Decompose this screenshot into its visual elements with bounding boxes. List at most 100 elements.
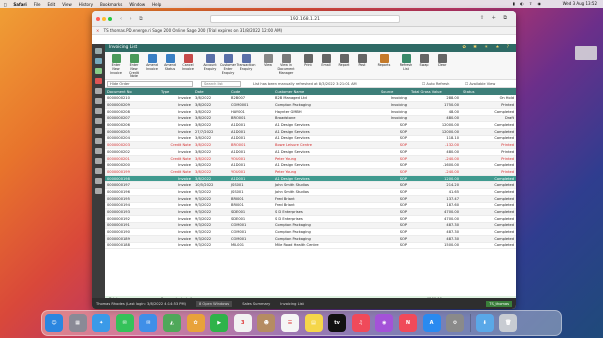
status-tab-invoicing-list[interactable]: Invoicing List [280, 302, 304, 306]
column-header-code[interactable]: Code [229, 88, 273, 95]
table-row[interactable]: 0000000209 Invoice 3/8/2022 COM0001 Compton … [105, 101, 516, 109]
table-row[interactable]: 0000000191 Invoice 9/3/2022 COM001 Compton P… [105, 222, 516, 230]
dock-system-preferences-icon[interactable]: ⚙ [446, 314, 465, 332]
dock-reminders-icon[interactable]: ☰ [280, 314, 299, 332]
sidebar-customers-icon[interactable] [95, 88, 102, 94]
menu-clock[interactable]: Wed 3 Aug 13:52 [563, 1, 597, 6]
table-row[interactable]: 0000000206 Invoice 3/8/2022 A1D001 A1 Design… [105, 121, 516, 129]
table-row[interactable]: 0000000207 Invoice 3/8/2022 BRO001 Broadston… [105, 115, 516, 123]
table-row[interactable]: 0000000203 Credit Note 3/8/2022 BRO001 Bowe … [105, 141, 516, 149]
toolbar-button-swap[interactable]: Swap [416, 54, 432, 68]
toolbar-button-amend-status[interactable]: Amend Status [162, 54, 178, 72]
sidebar-stock-icon[interactable] [95, 108, 102, 114]
search-input[interactable]: Search list [201, 80, 241, 87]
column-header-date[interactable]: Date [193, 88, 229, 95]
table-row[interactable]: 0000000210 Invoice 3/8/2022 B2B007 B2B Manag… [105, 95, 516, 103]
view-select[interactable]: Hide Order [107, 80, 193, 87]
dock-downloads-icon[interactable]: ⬇ [475, 314, 494, 332]
column-header-document-no[interactable]: Document No [105, 88, 159, 95]
table-row[interactable]: 0000000202 Invoice 3/8/2022 A1D001 A1 Design… [105, 148, 516, 156]
minimize-window-button[interactable] [102, 16, 106, 21]
nav-arrows-icon[interactable]: ‹ › ⧉ [120, 16, 146, 22]
dock-tv-icon[interactable]: tv [328, 314, 347, 332]
table-row[interactable]: 0000000190 Invoice 9/3/2022 COM001 Compton P… [105, 228, 516, 236]
sidebar-orders-icon[interactable] [95, 168, 102, 174]
menu-view[interactable]: View [62, 2, 72, 7]
menu-safari[interactable]: Safari [13, 2, 26, 7]
sidebar-menu-icon[interactable] [95, 48, 102, 54]
dock-finder-icon[interactable]: ☺ [45, 314, 63, 332]
toolbar-button-email[interactable]: Email [318, 54, 334, 68]
available-view-checkbox[interactable]: ☐ Available View [465, 82, 495, 86]
toolbar-button-reports[interactable]: Reports [376, 54, 392, 68]
dock-mail-icon[interactable]: ✉ [139, 314, 158, 332]
menu-file[interactable]: File [34, 2, 41, 7]
remote-user-badge[interactable]: TS_thomas [486, 300, 512, 307]
sidebar-bank-icon[interactable] [95, 128, 102, 134]
browser-actions-icon[interactable]: ⇧ + ⧉ [480, 15, 510, 21]
sidebar-settings-icon[interactable] [95, 178, 102, 184]
toolbar-button-print[interactable]: Print [300, 54, 316, 68]
toolbar-button-amend-invoice[interactable]: Amend Invoice [144, 54, 160, 72]
table-row[interactable]: 0000000188 Invoice 9/3/2022 MIL001 Mile Road… [105, 242, 516, 250]
menu-history[interactable]: History [79, 2, 93, 7]
dock-news-icon[interactable]: N [398, 314, 417, 332]
dock-messages-icon[interactable]: ✉ [115, 314, 134, 332]
toolbar-button-view-in-document-manager[interactable]: View in Document Manager [277, 54, 295, 75]
table-row[interactable]: 0000000196 Invoice 9/3/2022 JSS001 John Smit… [105, 188, 516, 196]
dock-photos-icon[interactable]: ✿ [186, 314, 205, 332]
table-row[interactable]: 0000000199 Credit Note 3/8/2022 YOU001 Peter… [105, 168, 516, 176]
sidebar-suppliers-icon[interactable] [95, 98, 102, 104]
menu-bookmarks[interactable]: Bookmarks [100, 2, 122, 7]
auto-refresh-checkbox[interactable]: ☐ Auto Refresh [422, 82, 449, 86]
sidebar-reports-icon[interactable] [95, 138, 102, 144]
toolbar-button-clear[interactable]: Clear [434, 54, 450, 68]
toolbar-button-view[interactable]: View [260, 54, 276, 68]
menu-edit[interactable]: Edit [47, 2, 55, 7]
status-open-windows[interactable]: 8 Open Windows [195, 300, 233, 307]
desktop-file-icon[interactable] [575, 46, 597, 60]
column-header-source[interactable]: Source [379, 88, 409, 95]
table-row[interactable]: 0000000189 Invoice 9/3/2022 COM001 Compton P… [105, 235, 516, 243]
table-row[interactable]: 0000000198 Invoice 3/8/2022 A1D001 A1 Design… [105, 175, 516, 183]
menu-window[interactable]: Window [129, 2, 145, 7]
table-row[interactable]: 0000000194 Invoice 9/3/2022 BRI001 Fred Bria… [105, 202, 516, 210]
sidebar-invoicing-icon[interactable] [95, 158, 102, 164]
dock-music-icon[interactable]: ♫ [351, 314, 370, 332]
table-row[interactable]: 0000000197 Invoice 10/5/2022 JSS001 John Smi… [105, 181, 516, 190]
table-row[interactable]: 0000000204 Invoice 3/8/2022 A1D001 A1 Design… [105, 135, 516, 143]
sidebar-help-icon[interactable] [95, 188, 102, 194]
toolbar-button-report[interactable]: Report [336, 54, 352, 68]
status-tab-sales-summary[interactable]: Sales Summary [242, 302, 270, 306]
dock-trash-icon[interactable]: 🗑 [499, 314, 518, 332]
sidebar-ledger-icon[interactable] [95, 118, 102, 124]
dock-app-store-icon[interactable]: A [422, 314, 441, 332]
column-header-status[interactable]: Status [461, 88, 516, 95]
toolbar-button-customer-enter-enquiry[interactable]: Customer Enter Enquiry [220, 54, 236, 75]
apple-menu-icon[interactable]:  [4, 2, 6, 7]
table-row[interactable]: 0000000205 Invoice 27/7/2022 A1D001 A1 Desig… [105, 128, 516, 136]
sidebar-home-icon[interactable] [95, 58, 102, 64]
dock-calendar-icon[interactable]: 3 [233, 314, 252, 332]
dock-contacts-icon[interactable]: ☻ [257, 314, 276, 332]
column-header-total-gross-value[interactable]: Total Gross Value [409, 88, 461, 95]
dock-safari-icon[interactable]: ✦ [92, 314, 111, 332]
table-row[interactable]: 0000000193 Invoice 9/3/2022 SDE001 S D Enter… [105, 208, 516, 216]
toolbar-button-cancel-invoice[interactable]: Cancel Invoice [180, 54, 196, 72]
sidebar-sales-icon[interactable] [95, 68, 102, 74]
menu-help[interactable]: Help [152, 2, 161, 7]
table-row[interactable]: 0000000192 Invoice 9/3/2022 SDE001 S D Enter… [105, 215, 516, 223]
address-bar[interactable]: 192.168.1.21 [210, 15, 400, 23]
table-row[interactable]: 0000000201 Credit Note 3/8/2022 YOU001 Peter… [105, 155, 516, 163]
toolbar-button-transaction-enquiry[interactable]: Transaction Enquiry [237, 54, 255, 72]
header-tools-icon[interactable]: ✿ ✱ ☀ ★ ? [462, 44, 512, 52]
close-tab-icon[interactable]: × [96, 28, 99, 33]
dock-facetime-icon[interactable]: ▶ [210, 314, 229, 332]
column-header-customer-name[interactable]: Customer Name [273, 88, 379, 95]
dock-maps-icon[interactable]: ◭ [162, 314, 181, 332]
status-tray-icons[interactable]: ▮ ◐ ⇪ ◉ [513, 1, 543, 6]
zoom-window-button[interactable] [108, 16, 112, 21]
table-row[interactable]: 0000000195 Invoice 9/3/2022 BRI001 Fred Bria… [105, 195, 516, 203]
table-row[interactable]: 0000000208 Invoice 3/8/2022 HAY001 Haynter G… [105, 108, 516, 116]
toolbar-button-post[interactable]: Post [354, 54, 370, 68]
